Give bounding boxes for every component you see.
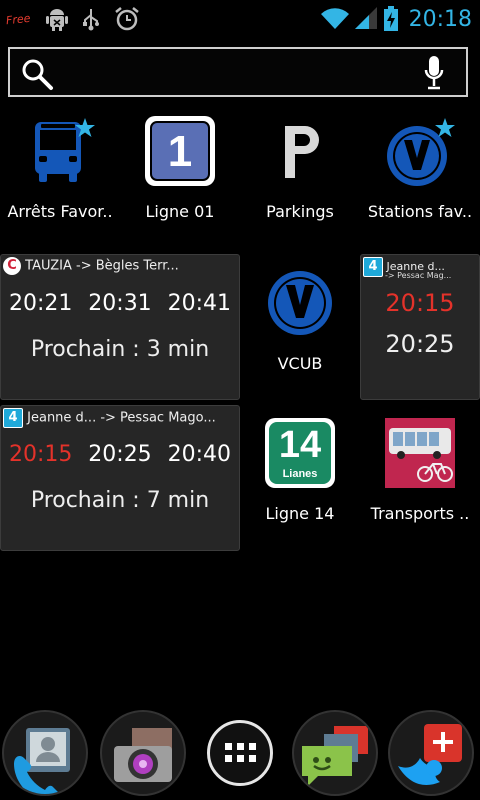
status-bar: Free 20:18 (0, 0, 480, 38)
departure-times: 20:15 20:25 20:40 (1, 442, 239, 467)
departure-time: 20:40 (167, 442, 232, 467)
departure-time: 20:21 (8, 291, 73, 316)
camera-gallery-button[interactable] (100, 710, 186, 796)
line-4-badge: 4 (3, 408, 23, 428)
line-4-badge: 4 (363, 257, 383, 277)
stop-direction: TAUZIA -> Bègles Terr... (25, 258, 179, 274)
wifi-icon (320, 8, 349, 30)
departure-time: 20:25 (88, 442, 152, 467)
app-parkings[interactable]: Parkings (240, 110, 360, 230)
vcub-favorite-icon (387, 118, 455, 186)
search-bar[interactable] (8, 47, 468, 97)
app-label: Arrêts Favor.. (7, 202, 113, 221)
widget-title: C TAUZIA -> Bègles Terr... (3, 257, 179, 275)
all-apps-button[interactable] (207, 720, 273, 786)
departure-time: 20:41 (167, 291, 232, 316)
vcub-icon (268, 271, 332, 335)
app-label: VCUB (277, 354, 323, 373)
departure-times: 20:21 20:31 20:41 (1, 291, 239, 316)
social-apps-button[interactable] (388, 710, 474, 796)
android-debug-icon (46, 9, 69, 31)
phone-contacts-icon (14, 728, 70, 794)
bus-favorite-icon (35, 118, 95, 182)
system-icons: 20:18 (320, 4, 472, 34)
app-stations-favorites[interactable]: Stations fav.. (360, 110, 480, 230)
app-arrets-favoris[interactable]: Arrêts Favor.. (0, 110, 120, 230)
microphone-icon[interactable] (424, 55, 444, 91)
line-14-icon: 14 Lianes (265, 418, 335, 488)
clock: 20:18 (408, 6, 472, 32)
battery-charging-icon (383, 6, 398, 31)
timetable-widget-tauzia[interactable]: C TAUZIA -> Bègles Terr... 20:21 20:31 2… (0, 254, 240, 400)
signal-icon (354, 7, 377, 29)
messaging-button[interactable] (292, 710, 378, 796)
app-transports[interactable]: Transports .. (360, 412, 480, 532)
next-departure: Prochain : 7 min (30, 488, 210, 513)
camera-gallery-icon (114, 728, 172, 782)
app-label: Parkings (266, 202, 334, 221)
social-apps-icon (398, 724, 462, 785)
usb-icon (83, 9, 100, 31)
app-ligne-01[interactable]: 1 Ligne 01 (120, 110, 240, 230)
app-label: Ligne 14 (265, 504, 335, 523)
phone-contacts-button[interactable] (2, 710, 88, 796)
direction: -> Pessac Mag... (385, 271, 452, 280)
all-apps-icon (225, 743, 256, 762)
dock (0, 700, 480, 800)
widget-title: 4 Jeanne d... -> Pessac Mago... (3, 408, 216, 428)
departure-time-imminent: 20:15 (385, 289, 455, 317)
carrier-logo: Free (5, 11, 32, 27)
departure-time: 20:31 (88, 291, 152, 316)
line-c-badge: C (3, 257, 21, 275)
notification-icons: Free (5, 6, 140, 32)
app-label: Stations fav.. (367, 202, 473, 221)
line-number: 1 (167, 127, 193, 176)
line-subtitle: Lianes (282, 468, 318, 480)
departure-time-imminent: 20:15 (8, 442, 73, 467)
line-number: 14 (278, 424, 322, 466)
transports-icon (385, 418, 455, 488)
alarm-icon (115, 7, 140, 31)
parking-icon (285, 126, 319, 178)
app-label: Transports .. (370, 504, 470, 523)
messaging-icon (302, 726, 368, 786)
timetable-widget-jeanne-small[interactable]: 4 Jeanne d... -> Pessac Mag... 20:15 20:… (360, 254, 480, 400)
app-vcub[interactable]: VCUB (240, 262, 360, 382)
app-label: Ligne 01 (145, 202, 215, 221)
stop-direction: Jeanne d... -> Pessac Mago... (27, 410, 216, 426)
timetable-widget-jeanne[interactable]: 4 Jeanne d... -> Pessac Mago... 20:15 20… (0, 405, 240, 551)
app-ligne-14[interactable]: 14 Lianes Ligne 14 (240, 412, 360, 532)
next-departure: Prochain : 3 min (30, 337, 210, 362)
search-icon[interactable] (20, 57, 54, 91)
line-01-icon: 1 (145, 116, 215, 186)
departure-time: 20:25 (385, 330, 455, 358)
